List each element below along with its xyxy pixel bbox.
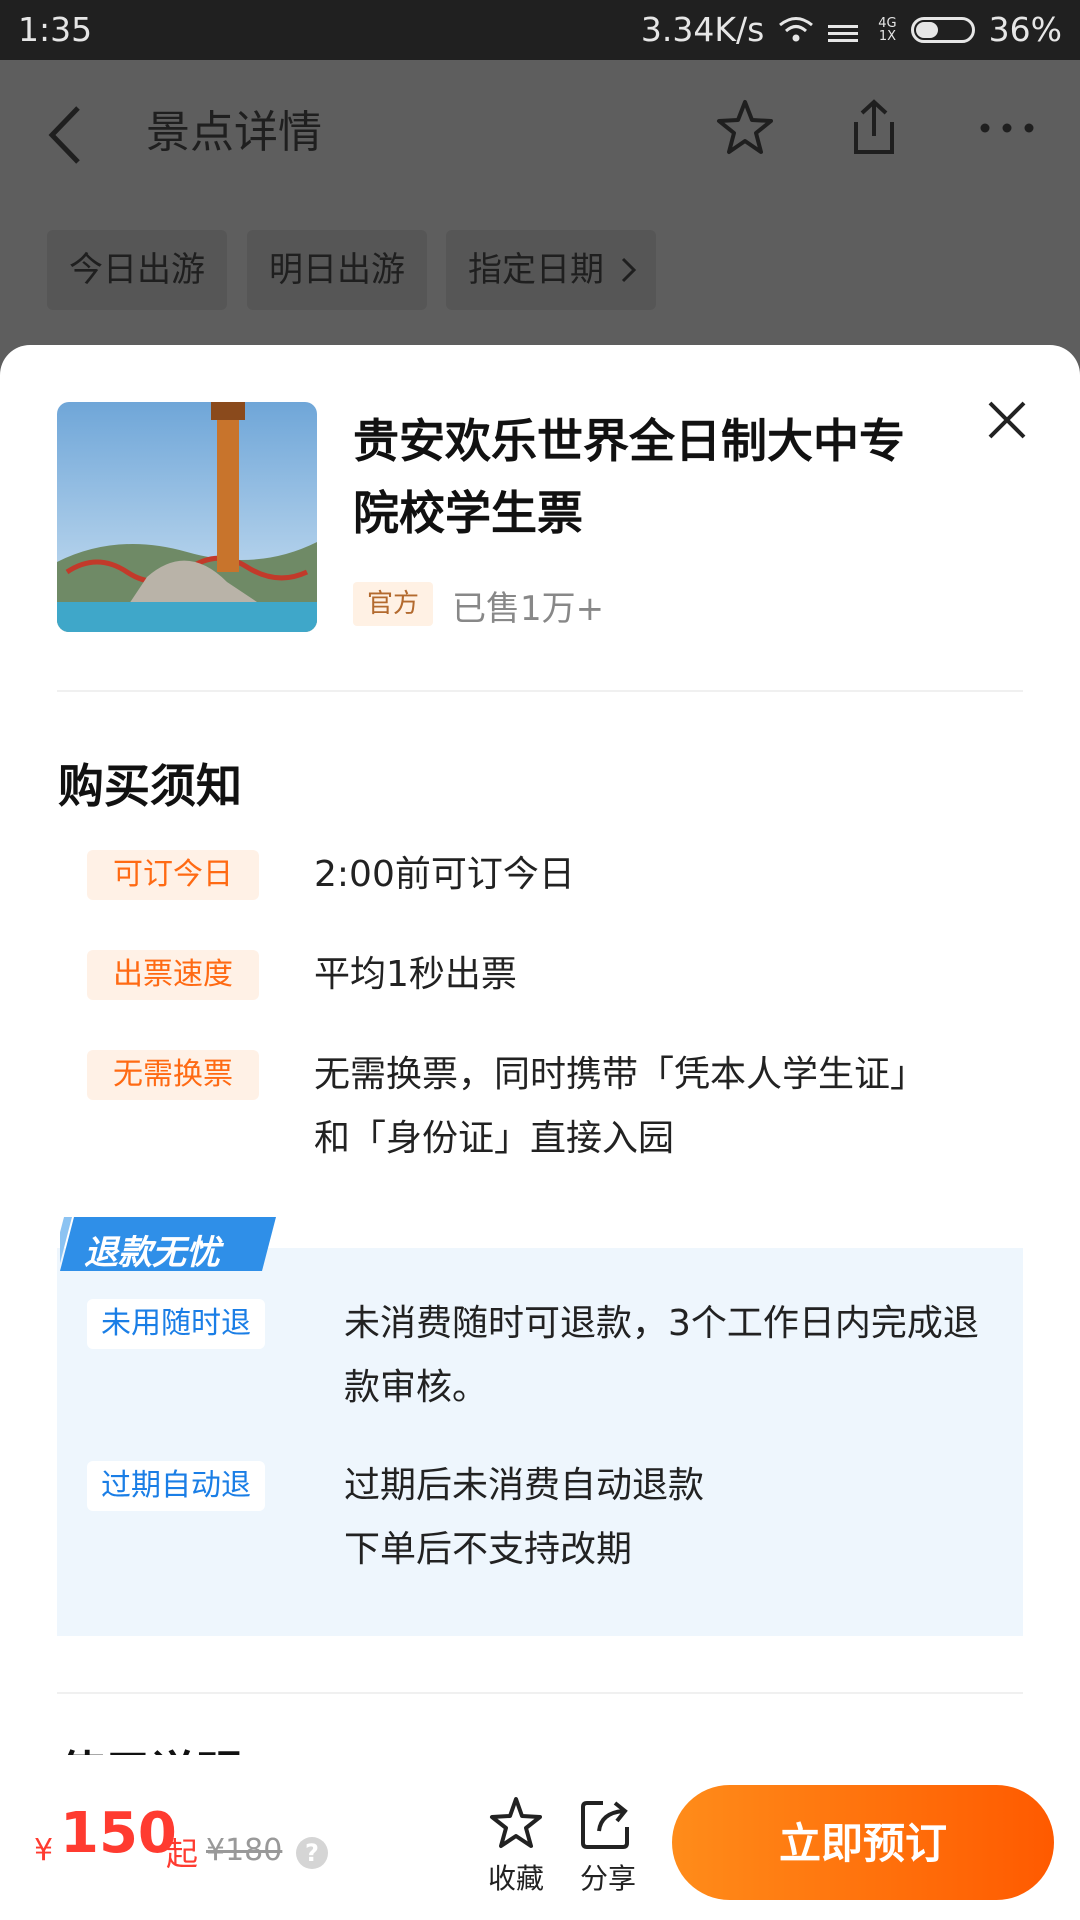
share-icon[interactable] [842,96,906,160]
date-chip-custom-label: 指定日期 [468,250,604,290]
status-time: 1:35 [18,10,93,49]
price-suffix: 起 [166,1835,199,1873]
refund-banner-label: 退款无忧 [84,1233,220,1273]
refund-tag-expired: 过期自动退 [87,1461,265,1511]
refund-tag-anytime: 未用随时退 [87,1299,265,1349]
price: 150 [60,1801,177,1866]
favorite-label: 收藏 [487,1862,544,1895]
close-icon[interactable] [982,395,1032,445]
page-title: 景点详情 [146,107,322,158]
rule-tag-book-today: 可订今日 [87,850,259,900]
currency-symbol: ¥ [34,1833,54,1868]
status-bar: 1:35 3.34K/s 4G 1X 36% [0,0,1080,60]
rule-text-ticket-speed: 平均1秒出票 [314,954,517,995]
date-chip-custom[interactable]: 指定日期 [446,230,656,310]
refund-text-expired: 过期后未消费自动退款 下单后不支持改期 [344,1454,994,1582]
share-label: 分享 [579,1862,636,1895]
battery-percent: 36% [988,10,1062,49]
product-thumbnail [57,402,317,632]
bottom-bar: ¥ 150 起 ¥180 ? 收藏 分享 立即预订 [0,1755,1080,1920]
page-header: 景点详情 今日出游 明日出游 指定日期 [0,60,1080,345]
original-price: ¥180 [206,1833,283,1868]
favorite-button[interactable]: 收藏 [476,1795,556,1897]
signal-icon [828,24,859,42]
more-icon[interactable] [975,96,1039,160]
date-chip-today[interactable]: 今日出游 [47,230,227,310]
ticket-detail-sheet: 贵安欢乐世界全日制大中专院校学生票 官方 已售1万+ 购买须知 可订今日 2:0… [0,345,1080,1920]
refund-banner: 退款无忧 [60,1217,276,1273]
network-type: 4G 1X [878,15,897,44]
official-badge: 官方 [353,582,434,626]
purchase-notice-heading: 购买须知 [58,759,242,813]
share-button[interactable]: 分享 [568,1795,648,1897]
book-now-button[interactable]: 立即预订 [672,1785,1054,1900]
back-icon[interactable] [40,100,90,170]
date-chip-tomorrow[interactable]: 明日出游 [247,230,427,310]
product-title: 贵安欢乐世界全日制大中专院校学生票 [353,414,905,540]
share-icon [581,1801,629,1849]
help-icon[interactable]: ? [296,1837,328,1869]
wifi-icon [779,16,814,41]
divider [57,1692,1023,1694]
net-speed: 3.34K/s [640,10,765,49]
refund-text-expired-line1: 过期后未消费自动退款 [344,1465,705,1506]
divider [57,690,1023,692]
rule-text-book-today: 2:00前可订今日 [314,854,575,895]
star-icon [490,1797,542,1848]
rule-tag-ticket-speed: 出票速度 [87,950,259,1000]
chevron-right-icon [621,257,637,283]
refund-text-expired-line2: 下单后不支持改期 [344,1529,633,1570]
refund-text-anytime: 未消费随时可退款，3个工作日内完成退款审核。 [344,1303,979,1408]
sold-count: 已售1万+ [452,589,605,629]
rule-tag-no-exchange: 无需换票 [87,1050,259,1100]
rule-text-no-exchange: 无需换票，同时携带「凭本人学生证」和「身份证」直接入园 [314,1054,927,1159]
battery-icon [910,16,975,43]
star-icon[interactable] [713,96,777,160]
